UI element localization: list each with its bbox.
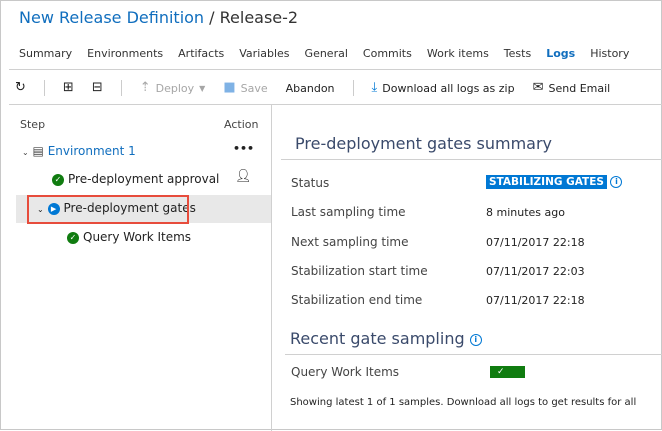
gate-name: Query Work Items <box>291 365 400 379</box>
tab-bar: Summary Environments Artifacts Variables… <box>19 47 644 60</box>
collapse-icon: ⊟ <box>91 80 103 95</box>
step-column-header: Step <box>20 118 46 131</box>
step-query-work-items[interactable]: ✓ Query Work Items <box>67 230 191 244</box>
tab-general[interactable]: General <box>305 47 348 60</box>
action-column-header: Action <box>224 118 259 131</box>
step-label: Query Work Items <box>83 230 192 244</box>
deploy-label: Deploy <box>155 81 195 95</box>
save-button[interactable]: ■ Save <box>223 81 267 95</box>
checkmark-icon: ✓ <box>497 367 505 377</box>
download-label: Download all logs as zip <box>382 81 515 95</box>
gate-sample-success[interactable]: ✓ <box>490 366 525 378</box>
divider <box>281 159 662 160</box>
sampling-note: Showing latest 1 of 1 samples. Download … <box>290 397 637 408</box>
tab-commits[interactable]: Commits <box>363 47 412 60</box>
status-label: Status <box>291 176 330 190</box>
more-actions-button[interactable]: ••• <box>233 142 254 155</box>
abandon-label: Abandon <box>285 81 335 95</box>
tab-logs[interactable]: Logs <box>546 47 575 60</box>
download-icon: ⤓ <box>371 80 378 95</box>
approver-icon[interactable]: 👤︎ <box>235 169 252 184</box>
release-name: Release-2 <box>219 8 299 27</box>
page-title: New Release Definition / Release-2 <box>19 8 298 27</box>
stabilization-start-label: Stabilization start time <box>291 264 428 278</box>
chevron-down-icon: ▼ <box>199 83 206 93</box>
collapse-all-button[interactable]: ⊟ <box>92 81 103 95</box>
tab-tests[interactable]: Tests <box>504 47 531 60</box>
stabilization-end-label: Stabilization end time <box>291 293 423 307</box>
last-sampling-value: 8 minutes ago <box>486 206 565 219</box>
deploy-icon: ⇡ <box>139 80 151 95</box>
tab-artifacts[interactable]: Artifacts <box>178 47 224 60</box>
tab-summary[interactable]: Summary <box>19 47 72 60</box>
breadcrumb-separator: / <box>204 8 220 27</box>
success-icon: ✓ <box>52 173 64 186</box>
next-sampling-value: 07/11/2017 22:18 <box>486 236 585 249</box>
abandon-button[interactable]: Abandon <box>286 82 335 95</box>
status-value: STABILIZING GATES i <box>486 175 623 189</box>
pane-divider <box>271 105 272 431</box>
divider <box>9 104 662 105</box>
chevron-down-icon[interactable]: ⌄ <box>22 148 29 157</box>
separator <box>120 80 122 96</box>
tab-variables[interactable]: Variables <box>239 47 289 60</box>
tab-environments[interactable]: Environments <box>87 47 163 60</box>
send-email-button[interactable]: ✉ Send Email <box>533 81 611 95</box>
refresh-icon: ↻ <box>15 80 26 95</box>
summary-title: Pre-deployment gates summary <box>295 134 552 153</box>
toolbar: ↻ ⊞ ⊟ ⇡ Deploy ▼ ■ Save Abandon ⤓ Download a… <box>15 79 628 97</box>
environment-label: Environment 1 <box>47 144 136 158</box>
tab-history[interactable]: History <box>590 47 629 60</box>
stabilization-start-value: 07/11/2017 22:03 <box>486 265 585 278</box>
refresh-button[interactable]: ↻ <box>15 81 26 95</box>
separator <box>352 80 354 96</box>
success-icon: ✓ <box>67 231 79 244</box>
status-badge: STABILIZING GATES <box>486 175 607 189</box>
save-label: Save <box>240 81 268 95</box>
expand-icon: ⊞ <box>62 80 74 95</box>
step-pre-deployment-approval[interactable]: ✓ Pre-deployment approval <box>52 172 219 186</box>
definition-link[interactable]: New Release Definition <box>19 8 204 27</box>
highlight-box <box>27 195 189 224</box>
step-label: Pre-deployment approval <box>68 172 220 186</box>
next-sampling-label: Next sampling time <box>291 235 409 249</box>
expand-all-button[interactable]: ⊞ <box>63 81 74 95</box>
info-icon[interactable]: i <box>469 333 482 346</box>
tab-work-items[interactable]: Work items <box>427 47 489 60</box>
stabilization-end-value: 07/11/2017 22:18 <box>486 294 585 307</box>
info-icon[interactable]: i <box>610 176 623 188</box>
download-logs-button[interactable]: ⤓ Download all logs as zip <box>372 81 515 95</box>
email-label: Send Email <box>548 81 611 95</box>
environment-row[interactable]: ⌄ ▤ Environment 1 <box>22 144 136 158</box>
sampling-title-text: Recent gate sampling <box>290 329 465 348</box>
save-icon: ■ <box>223 80 236 95</box>
deploy-button[interactable]: ⇡ Deploy ▼ <box>140 81 206 95</box>
mail-icon: ✉ <box>532 80 544 95</box>
divider <box>285 354 662 355</box>
server-icon: ▤ <box>32 144 44 158</box>
separator <box>43 80 45 96</box>
sampling-title: Recent gate sampling i <box>290 329 482 348</box>
divider <box>9 69 662 70</box>
last-sampling-label: Last sampling time <box>291 205 406 219</box>
